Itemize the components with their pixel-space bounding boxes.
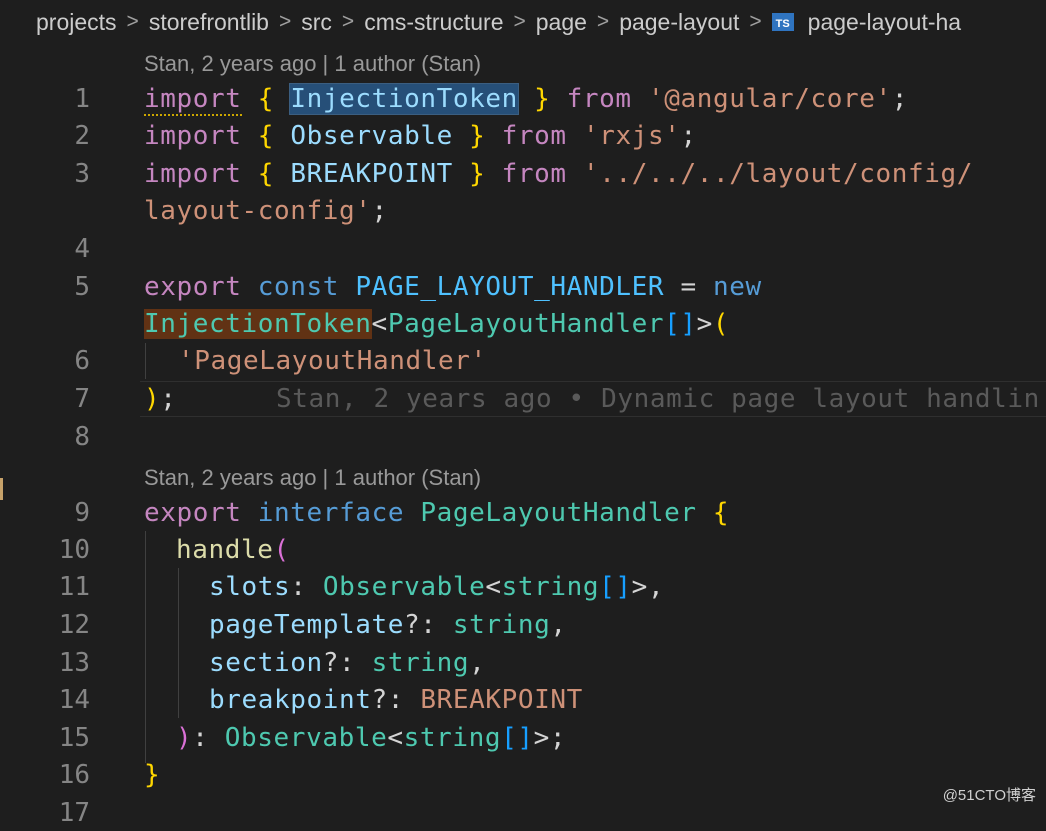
inline-blame: Stan, 2 years ago • Dynamic page layout … [276, 383, 1040, 414]
code-line[interactable]: 7 ); Stan, 2 years ago • Dynamic page la… [0, 380, 1046, 417]
code-line[interactable]: 13 section?: string, [0, 644, 1046, 681]
code-line[interactable]: 10 handle( [0, 531, 1046, 568]
code-line[interactable]: 4 [0, 230, 1046, 267]
code-line[interactable]: 9 export interface PageLayoutHandler { [0, 494, 1046, 531]
line-number: 13 [58, 647, 90, 678]
breadcrumb-item-src[interactable]: src [301, 9, 332, 36]
chevron-right-icon: > [513, 10, 526, 33]
breadcrumb: projects > storefrontlib > src > cms-str… [0, 0, 1046, 44]
code-line[interactable]: 16 } [0, 756, 1046, 793]
code-line[interactable]: 14 breakpoint?: BREAKPOINT [0, 681, 1046, 718]
code-text: import { InjectionToken } from '@angular… [144, 82, 909, 116]
chevron-right-icon: > [749, 10, 762, 33]
line-number: 2 [74, 120, 90, 151]
typescript-file-icon: TS [771, 13, 794, 31]
chevron-right-icon: > [596, 10, 610, 33]
breadcrumb-item-cms-structure[interactable]: cms-structure [364, 9, 503, 36]
breadcrumb-item-page[interactable]: page [536, 9, 587, 36]
watermark: @51CTO博客 [942, 787, 1036, 804]
code-text: ): Observable<string[]>; [176, 722, 567, 753]
line-number: 9 [74, 497, 90, 528]
line-number: 7 [74, 383, 90, 414]
codelens-author[interactable]: Stan, 2 years ago | 1 author (Stan) [144, 49, 481, 79]
chevron-right-icon: > [126, 10, 139, 33]
line-number: 10 [58, 534, 90, 565]
line-number: 6 [74, 345, 90, 376]
line-number: 11 [58, 571, 90, 602]
code-line[interactable]: 3 import { BREAKPOINT } from '../../../l… [0, 155, 1046, 192]
line-number: 16 [58, 759, 90, 790]
code-line-wrapped[interactable]: layout-config'; [0, 192, 1046, 229]
code-line[interactable]: 2 import { Observable } from 'rxjs'; [0, 117, 1046, 154]
code-line[interactable]: 6 'PageLayoutHandler' [0, 342, 1046, 379]
line-number: 1 [74, 83, 90, 114]
code-text: layout-config'; [144, 195, 388, 226]
code-text: handle( [176, 534, 290, 565]
code-text: 'PageLayoutHandler' [178, 345, 487, 376]
line-number: 15 [58, 722, 90, 753]
code-text: } [144, 759, 161, 790]
codelens-author[interactable]: Stan, 2 years ago | 1 author (Stan) [144, 463, 481, 493]
line-number: 12 [58, 609, 90, 640]
line-number: 5 [74, 271, 90, 302]
code-text: InjectionToken<PageLayoutHandler[]>( [144, 308, 730, 339]
code-line[interactable]: 5 export const PAGE_LAYOUT_HANDLER = new [0, 268, 1046, 305]
code-text: pageTemplate?: string, [209, 609, 567, 640]
code-text: export const PAGE_LAYOUT_HANDLER = new [144, 271, 762, 302]
code-text: breakpoint?: BREAKPOINT [209, 684, 583, 715]
chevron-right-icon: > [341, 10, 355, 33]
code-line-wrapped[interactable]: InjectionToken<PageLayoutHandler[]>( [0, 305, 1046, 342]
line-number: 8 [74, 421, 90, 452]
code-line[interactable]: 1 import { InjectionToken } from '@angul… [0, 80, 1046, 117]
code-line[interactable]: 15 ): Observable<string[]>; [0, 719, 1046, 756]
code-text: import { BREAKPOINT } from '../../../lay… [144, 158, 974, 189]
line-number: 4 [74, 233, 90, 264]
code-text: import { Observable } from 'rxjs'; [144, 120, 697, 151]
breadcrumb-item-page-layout[interactable]: page-layout [619, 9, 739, 36]
code-line[interactable]: 11 slots: Observable<string[]>, [0, 568, 1046, 605]
line-number: 14 [58, 684, 90, 715]
breadcrumb-file-name[interactable]: page-layout-ha [808, 9, 961, 36]
code-text: ); [144, 383, 177, 414]
chevron-right-icon: > [278, 10, 292, 33]
code-line[interactable]: 8 [0, 418, 1046, 455]
breadcrumb-item-projects[interactable]: projects [36, 9, 117, 36]
breadcrumb-item-storefrontlib[interactable]: storefrontlib [149, 9, 269, 36]
code-text: section?: string, [209, 647, 486, 678]
code-text: slots: Observable<string[]>, [209, 571, 665, 602]
code-text: export interface PageLayoutHandler { [144, 497, 730, 528]
line-number: 3 [74, 158, 90, 189]
code-line[interactable]: 12 pageTemplate?: string, [0, 606, 1046, 643]
